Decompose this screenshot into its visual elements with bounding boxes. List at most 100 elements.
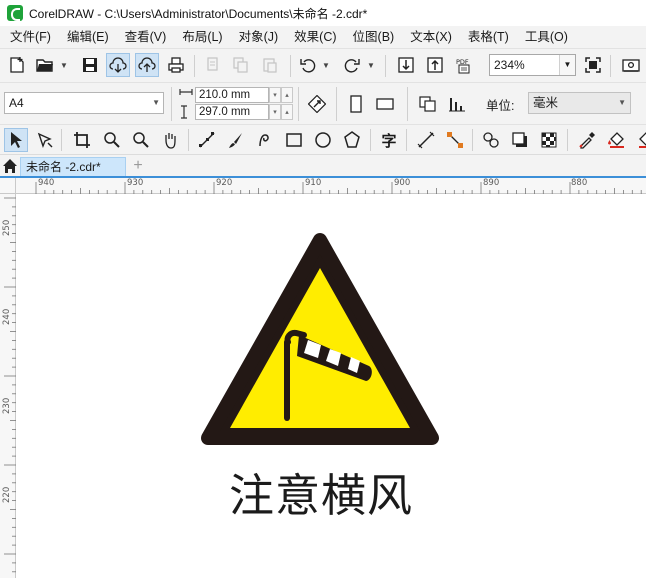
menu-layout[interactable]: 布局(L) [174,26,230,48]
toolbar-separator [370,129,371,151]
toolbar-separator [567,129,568,151]
undo-icon[interactable] [296,53,320,77]
menu-text[interactable]: 文本(X) [402,26,460,48]
ruler-h-label: 890 [483,178,500,188]
open-folder-icon[interactable] [33,53,57,77]
save-icon[interactable] [78,53,102,77]
portrait-icon[interactable] [344,92,368,116]
full-screen-icon[interactable] [581,53,605,77]
text-tool-icon[interactable]: 字 [377,128,401,152]
menu-table[interactable]: 表格(T) [460,26,517,48]
ruler-h-label: 900 [394,178,411,188]
export-icon[interactable] [423,53,447,77]
open-dropdown-icon[interactable]: ▼ [60,53,68,77]
connector-tool-icon[interactable] [443,128,467,152]
toolbar-separator [171,87,172,121]
print-icon[interactable] [164,53,188,77]
pick-tool-icon[interactable] [4,128,28,152]
width-spinner[interactable]: ▾ [269,87,281,103]
zoom-dropdown-icon[interactable]: ▼ [559,55,575,75]
coreldraw-logo-icon [7,5,23,21]
home-icon[interactable] [2,158,18,174]
spiral-tool-icon[interactable] [253,128,277,152]
window-title: CorelDRAW - C:\Users\Administrator\Docum… [29,6,368,21]
fill-tool-icon[interactable] [604,128,628,152]
chevron-down-icon: ▼ [152,98,160,107]
new-doc-icon[interactable] [5,53,29,77]
current-page-icon[interactable] [445,92,469,116]
text-tool-glyph: 字 [381,131,397,150]
rectangle-tool-icon[interactable] [282,128,306,152]
ruler-h-label: 910 [305,178,322,188]
toolbar-separator [298,87,299,121]
menu-bitmaps[interactable]: 位图(B) [345,26,403,48]
ruler-origin[interactable] [0,178,16,194]
page-height-field[interactable]: 297.0 mm [195,104,269,120]
toolbar-separator [188,129,189,151]
ruler-v-label: 240 [2,308,12,325]
artistic-media-icon[interactable] [224,128,248,152]
ruler-h-label: 940 [38,178,55,188]
title-bar: CorelDRAW - C:\Users\Administrator\Docum… [0,0,646,26]
width-spinner-up[interactable]: ▴ [281,87,293,103]
transparency-icon[interactable] [537,128,561,152]
height-spinner-up[interactable]: ▴ [281,104,293,120]
document-tab-label: 未命名 -2.cdr* [26,160,101,174]
shape-tool-icon[interactable] [33,128,57,152]
import-icon[interactable] [394,53,418,77]
zoom-level-combo[interactable]: 234% ▼ [489,54,576,76]
horizontal-ruler-ticks [35,182,642,194]
horizontal-ruler[interactable]: 940 930 920 910 900 890 880 [16,178,646,194]
page-size-value: A4 [9,96,24,110]
cloud-download-icon[interactable] [106,53,130,77]
all-pages-layout-icon[interactable] [416,92,440,116]
redo-dropdown-icon[interactable]: ▼ [367,53,375,77]
undo-dropdown-icon[interactable]: ▼ [322,53,330,77]
menu-bar: 文件(F) 编辑(E) 查看(V) 布局(L) 对象(J) 效果(C) 位图(B… [0,26,646,48]
dimension-tool-icon[interactable] [414,128,438,152]
interactive-fill-icon[interactable] [633,128,646,152]
menu-tools[interactable]: 工具(O) [517,26,576,48]
redo-icon[interactable] [340,53,364,77]
units-select[interactable]: 毫米 ▼ [528,92,631,114]
new-tab-button[interactable]: + [129,157,147,175]
cut-icon[interactable] [201,53,225,77]
toolbar-separator [290,55,291,77]
export-pdf-icon[interactable]: PDF [452,53,476,77]
crosswind-warning-sign[interactable] [200,232,440,448]
ruler-v-label: 250 [2,219,12,236]
page-width-field[interactable]: 210.0 mm [195,87,269,103]
toolbox: 字 [0,124,646,154]
eyedropper-icon[interactable] [575,128,599,152]
menu-object[interactable]: 对象(J) [231,26,287,48]
drop-shadow-icon[interactable] [508,128,532,152]
menu-edit[interactable]: 编辑(E) [59,26,117,48]
crop-tool-icon[interactable] [70,128,94,152]
all-pages-icon[interactable] [305,92,329,116]
zoom-out-icon[interactable] [129,128,153,152]
bezier-tool-icon[interactable] [195,128,219,152]
toolbar-separator [385,55,386,77]
toolbar-separator [610,55,611,77]
page-size-select[interactable]: A4 ▼ [4,92,164,114]
document-tab[interactable]: 未命名 -2.cdr* [20,157,126,177]
blend-tool-icon[interactable] [479,128,503,152]
pan-tool-icon[interactable] [158,128,182,152]
page-width-value: 210.0 mm [199,89,251,101]
cloud-upload-icon[interactable] [135,53,159,77]
polygon-tool-icon[interactable] [340,128,364,152]
toolbar-separator [406,129,407,151]
menu-effects[interactable]: 效果(C) [286,26,344,48]
height-spinner[interactable]: ▾ [269,104,281,120]
vertical-ruler[interactable]: 250 240 230 220 [0,194,16,578]
menu-file[interactable]: 文件(F) [0,26,59,48]
menu-view[interactable]: 查看(V) [117,26,175,48]
paste-icon[interactable] [258,53,282,77]
options-icon[interactable] [619,53,643,77]
zoom-tool-icon[interactable] [100,128,124,152]
ruler-h-label: 880 [571,178,588,188]
ellipse-tool-icon[interactable] [311,128,335,152]
copy-icon[interactable] [229,53,253,77]
landscape-icon[interactable] [373,92,397,116]
sign-caption[interactable]: 注意横风 [229,470,412,522]
